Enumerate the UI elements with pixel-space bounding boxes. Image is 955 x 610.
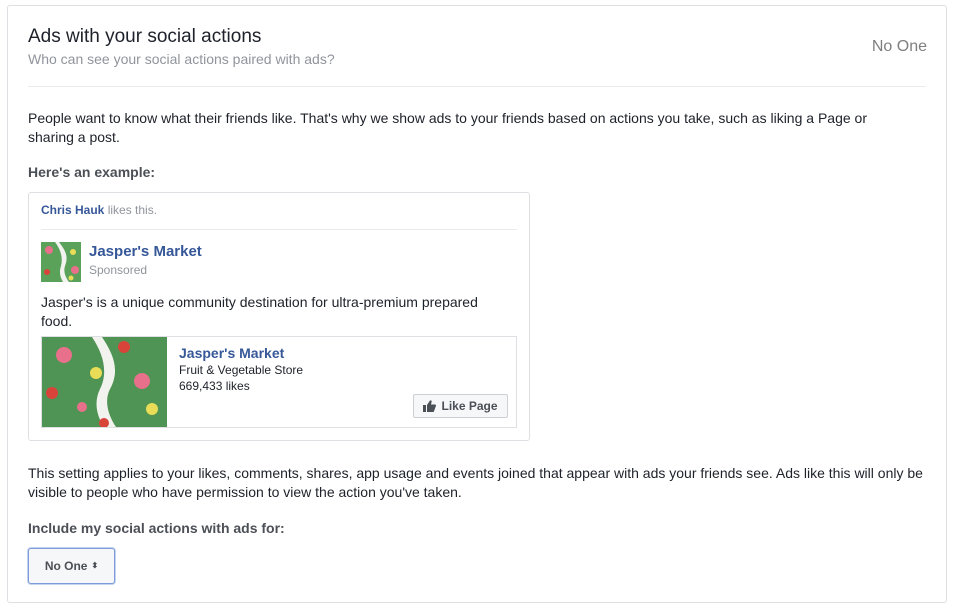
ad-divider [41,229,517,230]
section-subtitle: Who can see your social actions paired w… [28,51,335,67]
page-card-image[interactable] [42,337,167,427]
section-title: Ads with your social actions [28,26,262,47]
setting-note: This setting applies to your likes, comm… [28,465,923,500]
social-action-text: likes this. [104,203,158,217]
page-name-link[interactable]: Jasper's Market [89,243,202,260]
intro-text: People want to know what their friends l… [28,110,867,145]
ad-text: Jasper's is a unique community destinati… [41,294,478,329]
thumbs-up-icon [423,400,437,412]
include-heading: Include my social actions with ads for: [28,520,285,536]
example-ad: Chris Hauk likes this. Jasper's Market S… [28,192,530,441]
example-heading: Here's an example: [28,164,156,180]
page-card-image-art [42,337,167,427]
card-likes-count: 669,433 likes [179,379,250,393]
sort-caret-icon: ⬍ [91,561,99,570]
social-context: Chris Hauk likes this. [41,203,157,217]
header-divider [28,86,926,87]
sponsored-label: Sponsored [89,263,148,277]
card-page-name-link[interactable]: Jasper's Market [179,345,284,361]
like-page-label: Like Page [441,399,498,413]
page-thumbnail[interactable] [41,242,81,282]
page-thumbnail-image [41,242,81,282]
card-category: Fruit & Vegetable Store [179,363,304,377]
like-page-button[interactable]: Like Page [413,394,508,418]
page-card[interactable]: Jasper's Market Fruit & Vegetable Store … [41,336,517,428]
friend-name-link[interactable]: Chris Hauk [41,203,104,217]
audience-select-value: No One [44,559,88,573]
ads-social-actions-panel: Ads with your social actions Who can see… [7,5,947,603]
audience-select[interactable]: No One ⬍ [28,548,115,584]
current-setting-value[interactable]: No One [872,38,927,56]
